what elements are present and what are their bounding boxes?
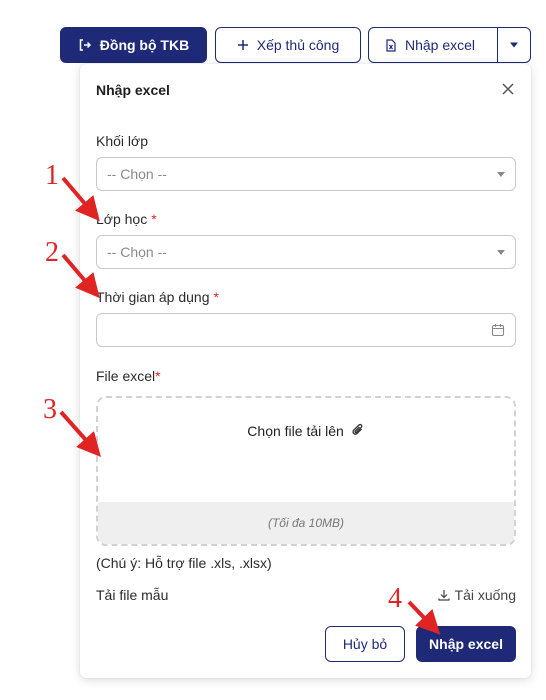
- grade-label: Khối lớp: [96, 133, 148, 149]
- paperclip-icon: [352, 423, 363, 435]
- download-label: Tải xuống: [454, 587, 516, 603]
- import-excel-label: Nhập excel: [405, 37, 476, 53]
- upload-size-limit: (Tối đa 10MB): [98, 502, 514, 544]
- annotation-number-3: 3: [43, 394, 57, 425]
- manual-arrange-button[interactable]: Xếp thủ công: [215, 27, 361, 63]
- grade-select[interactable]: -- Chọn --: [96, 157, 516, 191]
- upload-prompt: Chọn file tải lên: [98, 422, 514, 439]
- chevron-down-icon: [497, 250, 505, 255]
- file-excel-icon: [386, 38, 396, 52]
- required-mark: *: [151, 211, 157, 227]
- class-placeholder: -- Chọn --: [107, 244, 167, 260]
- sync-schedule-label: Đồng bộ TKB: [99, 37, 190, 53]
- file-upload-dropzone[interactable]: Chọn file tải lên (Tối đa 10MB): [96, 396, 516, 546]
- template-file-label: Tải file mẫu: [96, 587, 169, 603]
- download-template-link[interactable]: Tải xuống: [437, 587, 516, 603]
- download-icon: [437, 590, 450, 601]
- annotation-number-2: 2: [45, 237, 59, 268]
- import-dropdown-toggle[interactable]: [498, 28, 530, 62]
- required-mark: *: [155, 368, 161, 384]
- class-label: Lớp học *: [96, 211, 157, 227]
- cancel-button[interactable]: Hủy bỏ: [325, 626, 405, 662]
- caret-down-icon: [510, 42, 518, 48]
- grade-placeholder: -- Chọn --: [107, 166, 167, 182]
- import-excel-dialog: Nhập excel Khối lớp -- Chọn -- Lớp học * …: [80, 64, 531, 678]
- file-excel-label: File excel*: [96, 368, 161, 384]
- manual-arrange-label: Xếp thủ công: [256, 37, 340, 53]
- sign-out-icon: [79, 39, 91, 51]
- submit-import-button[interactable]: Nhập excel: [416, 626, 516, 662]
- class-select[interactable]: -- Chọn --: [96, 235, 516, 269]
- apply-time-label: Thời gian áp dụng *: [96, 289, 219, 305]
- required-mark: *: [213, 289, 219, 305]
- apply-time-date-input[interactable]: [96, 313, 516, 347]
- annotation-number-1: 1: [45, 160, 59, 191]
- close-icon[interactable]: [499, 80, 517, 98]
- chevron-down-icon: [497, 172, 505, 177]
- calendar-icon: [491, 324, 505, 337]
- plus-icon: [237, 40, 248, 50]
- import-excel-button[interactable]: Nhập excel: [368, 27, 531, 63]
- sync-schedule-button[interactable]: Đồng bộ TKB: [60, 27, 207, 63]
- dialog-title: Nhập excel: [96, 82, 170, 98]
- annotation-number-4: 4: [388, 583, 402, 614]
- file-format-note: (Chú ý: Hỗ trợ file .xls, .xlsx): [96, 555, 272, 571]
